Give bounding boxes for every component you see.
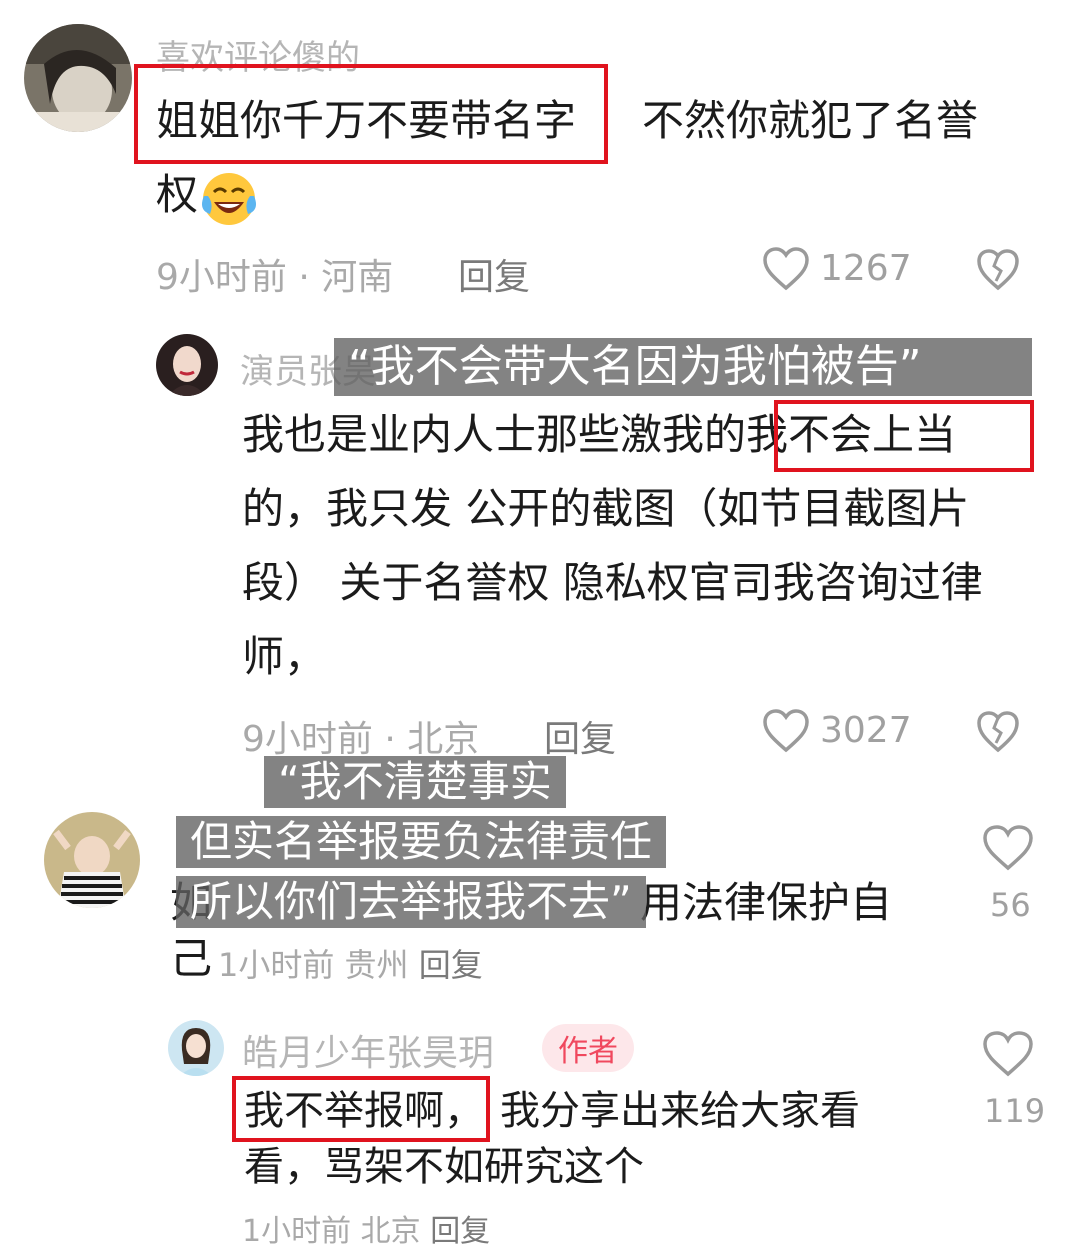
comment-location: 北京 bbox=[407, 719, 480, 760]
comment-text: 己 bbox=[170, 934, 213, 983]
video-caption: 所以你们去举报我不去” bbox=[176, 876, 646, 928]
avatar[interactable] bbox=[168, 1020, 224, 1076]
like-count: 3027 bbox=[820, 710, 912, 751]
avatar[interactable] bbox=[44, 812, 140, 908]
comment-text: 我也是业内人士那些激我的 bbox=[242, 410, 747, 459]
comment-time: 1小时前 bbox=[218, 946, 335, 984]
like-button[interactable] bbox=[762, 246, 810, 292]
reply-button[interactable]: 回复 bbox=[544, 710, 616, 762]
comment-time: 9小时前 bbox=[156, 257, 287, 298]
like-count: 56 bbox=[990, 886, 1031, 924]
video-caption: “我不清楚事实 bbox=[264, 756, 566, 808]
heart-icon bbox=[983, 825, 1033, 871]
comment-meta: 9小时前 · 河南 bbox=[156, 248, 393, 300]
broken-heart-icon bbox=[977, 711, 1019, 753]
comment-text: 用法律保护自 bbox=[640, 878, 893, 927]
highlight-box bbox=[134, 64, 608, 164]
comment-text: 的，我只发 公开的截图（如节目截图片 bbox=[242, 484, 970, 533]
comment-text: 段） 关于名誉权 隐私权官司我咨询过律 bbox=[242, 558, 983, 607]
like-button[interactable] bbox=[762, 708, 810, 754]
meta-separator: · bbox=[384, 719, 408, 760]
like-button[interactable] bbox=[982, 1030, 1034, 1078]
comment-time: 9小时前 bbox=[242, 719, 373, 760]
comment-text: 不然你就犯了名誉 bbox=[642, 96, 979, 145]
meta-separator: · bbox=[298, 257, 322, 298]
heart-icon bbox=[983, 1031, 1033, 1077]
comment-time: 1小时前 bbox=[242, 1214, 352, 1249]
laughing-crying-emoji-icon bbox=[200, 170, 258, 228]
comment-text: 师， bbox=[242, 632, 327, 681]
heart-icon bbox=[763, 247, 809, 291]
comment-location: 北京 bbox=[360, 1214, 421, 1249]
video-caption: “我不会带大名因为我怕被告” bbox=[334, 338, 1032, 396]
comment-meta: 1小时前 贵州 回复 bbox=[218, 940, 483, 986]
broken-heart-icon bbox=[977, 249, 1019, 291]
like-count: 119 bbox=[984, 1092, 1046, 1130]
dislike-button[interactable] bbox=[976, 248, 1020, 292]
reply-button[interactable]: 回复 bbox=[419, 946, 483, 984]
comment-location: 贵州 bbox=[344, 946, 409, 984]
like-count: 1267 bbox=[820, 248, 912, 289]
video-caption: 但实名举报要负法律责任 bbox=[176, 816, 667, 868]
reply-button[interactable]: 回复 bbox=[458, 248, 530, 300]
dislike-button[interactable] bbox=[976, 710, 1020, 754]
comment-username[interactable]: 皓月少年张昊玥 bbox=[242, 1024, 494, 1076]
reply-button[interactable]: 回复 bbox=[430, 1214, 490, 1249]
like-button[interactable] bbox=[982, 824, 1034, 872]
comment-meta: 9小时前 · 北京 bbox=[242, 710, 479, 762]
avatar[interactable] bbox=[156, 334, 218, 396]
heart-icon bbox=[763, 709, 809, 753]
author-badge: 作者 bbox=[542, 1024, 634, 1072]
comment-text: 看，骂架不如研究这个 bbox=[244, 1144, 644, 1190]
comment-location: 河南 bbox=[321, 257, 394, 298]
highlight-box bbox=[774, 400, 1034, 472]
comment-meta: 1小时前 北京 回复 bbox=[242, 1206, 490, 1250]
comment-text: 权 bbox=[156, 170, 199, 219]
avatar[interactable] bbox=[24, 24, 132, 132]
